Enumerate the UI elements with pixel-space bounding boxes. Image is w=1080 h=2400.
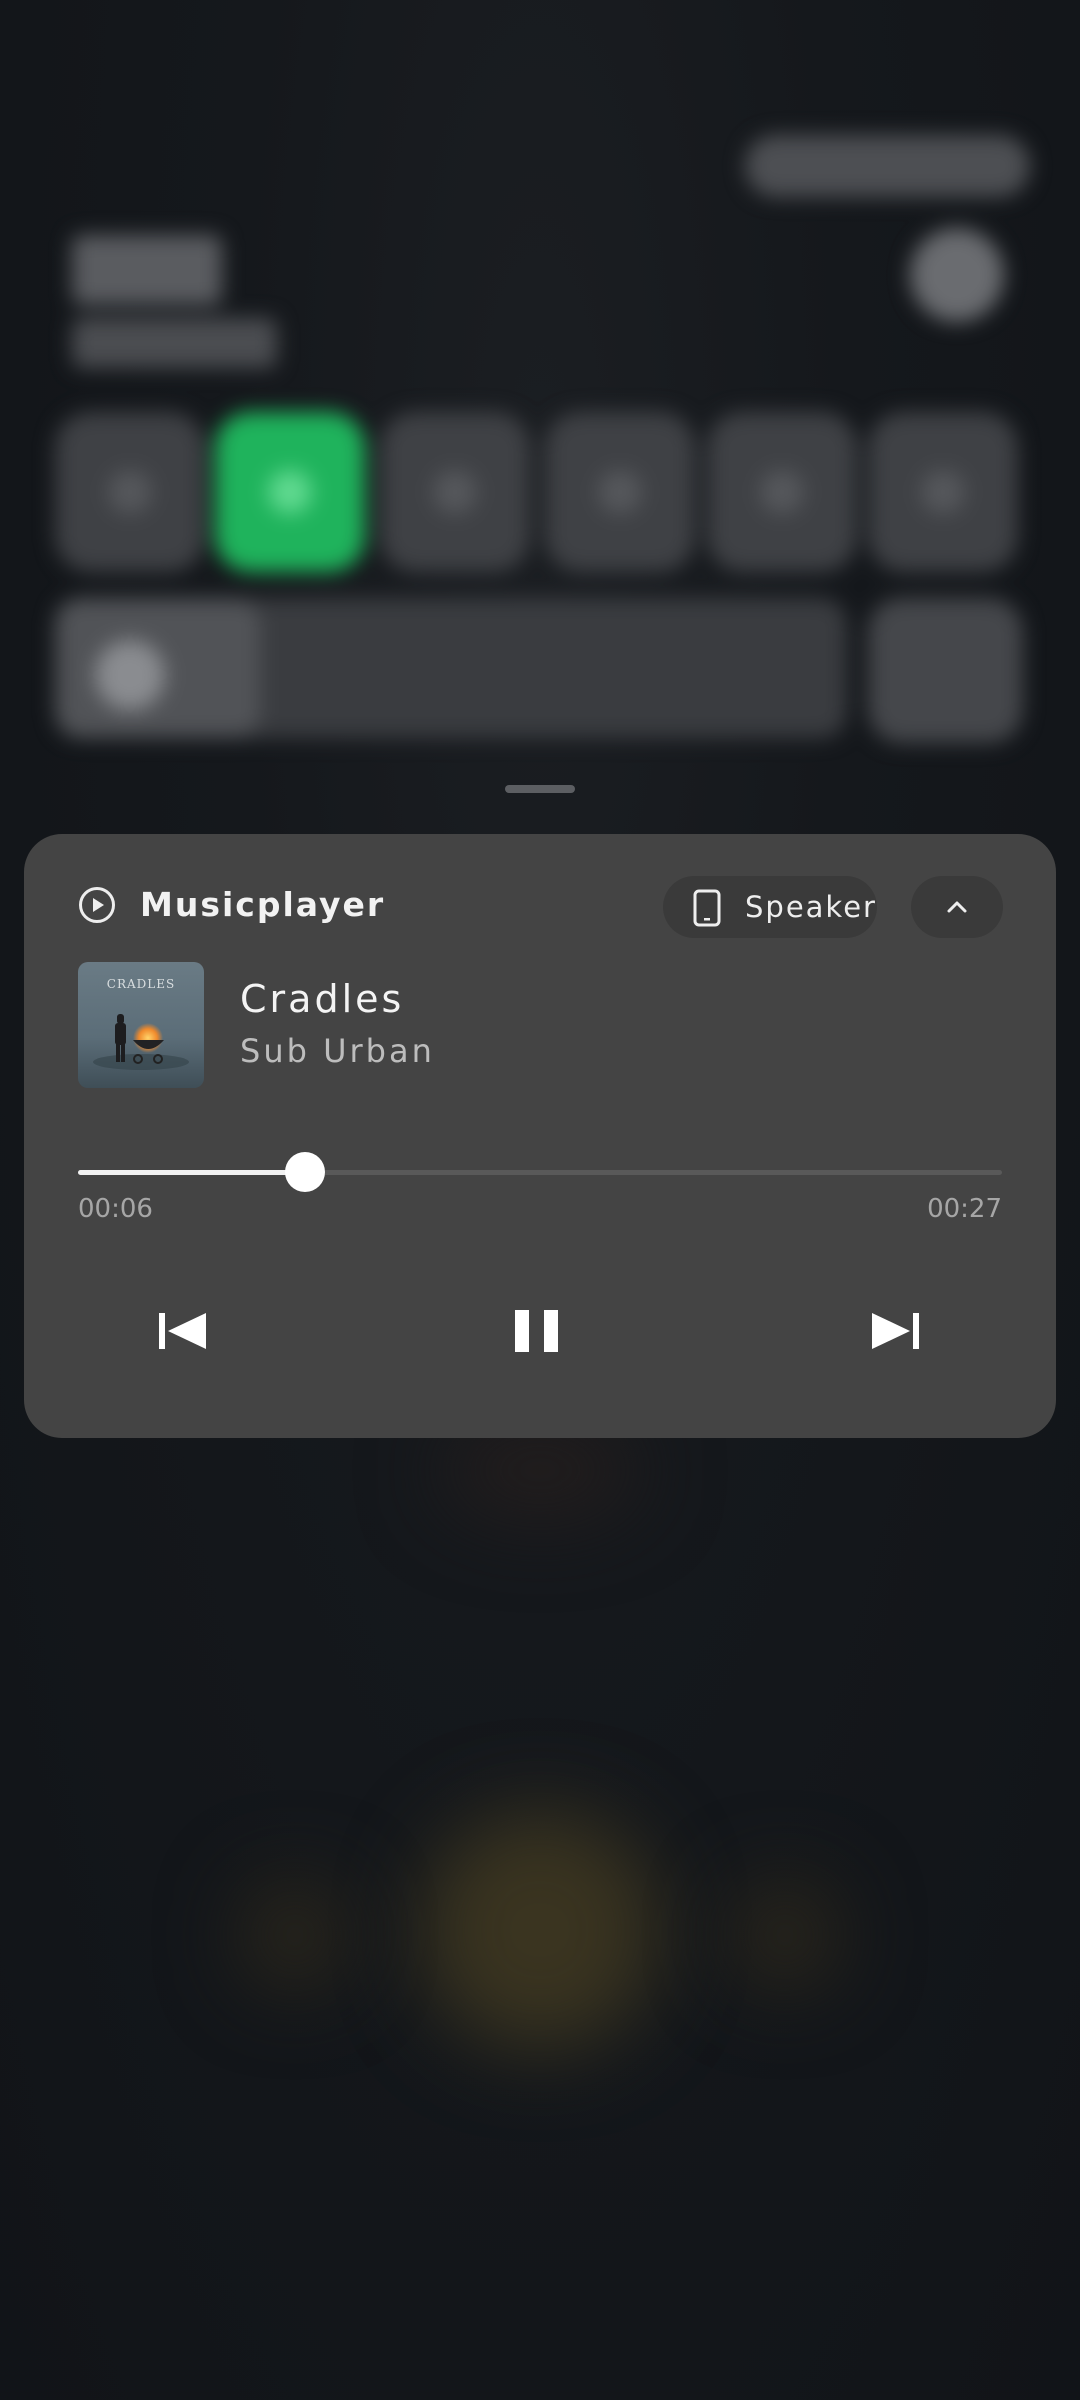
notification-shade: Musicplayer Speaker CRADLES Cradles Sub … [0, 0, 1080, 2400]
play-pause-button[interactable] [494, 1286, 584, 1376]
track-title: Cradles [240, 977, 405, 1021]
seek-bar-progress [78, 1170, 306, 1175]
seek-bar-thumb[interactable] [285, 1152, 326, 1192]
tile-icon [268, 470, 312, 514]
brightness-icon [95, 640, 165, 710]
media-player-card: Musicplayer Speaker CRADLES Cradles Sub … [24, 834, 1056, 1438]
wallpaper-glow [730, 1880, 840, 1990]
output-device-button[interactable]: Speaker [663, 876, 877, 938]
output-device-label: Speaker [745, 890, 877, 924]
chevron-up-icon [947, 901, 967, 913]
album-art: CRADLES [78, 962, 204, 1088]
seek-bar[interactable] [78, 1152, 1002, 1192]
tile-icon [921, 470, 965, 514]
wallpaper-glow [240, 1880, 350, 1990]
track-artist: Sub Urban [240, 1032, 435, 1070]
skip-previous-icon [159, 1313, 206, 1349]
wallpaper-glow [420, 1810, 660, 2050]
auto-brightness-tile-blurred[interactable] [868, 598, 1023, 743]
collapse-button[interactable] [911, 876, 1003, 938]
tile-icon [598, 470, 642, 514]
date-blurred [72, 318, 277, 368]
next-track-button[interactable] [850, 1286, 940, 1376]
settings-gear-icon[interactable] [910, 228, 1004, 322]
drag-handle[interactable] [505, 785, 575, 793]
album-art-title: CRADLES [107, 977, 175, 991]
skip-next-icon [872, 1313, 919, 1349]
total-duration: 00:27 [927, 1194, 1002, 1224]
tile-icon [760, 470, 804, 514]
tile-icon [108, 470, 152, 514]
app-name: Musicplayer [140, 885, 386, 924]
status-icons-blurred [745, 135, 1030, 197]
pause-icon [515, 1310, 558, 1352]
play-circle-icon [79, 887, 115, 923]
elapsed-time: 00:06 [78, 1194, 153, 1224]
clock-blurred [72, 235, 222, 305]
previous-track-button[interactable] [138, 1286, 228, 1376]
tile-icon [433, 470, 477, 514]
phone-icon [693, 889, 721, 927]
quick-settings-blurred [0, 0, 1080, 800]
